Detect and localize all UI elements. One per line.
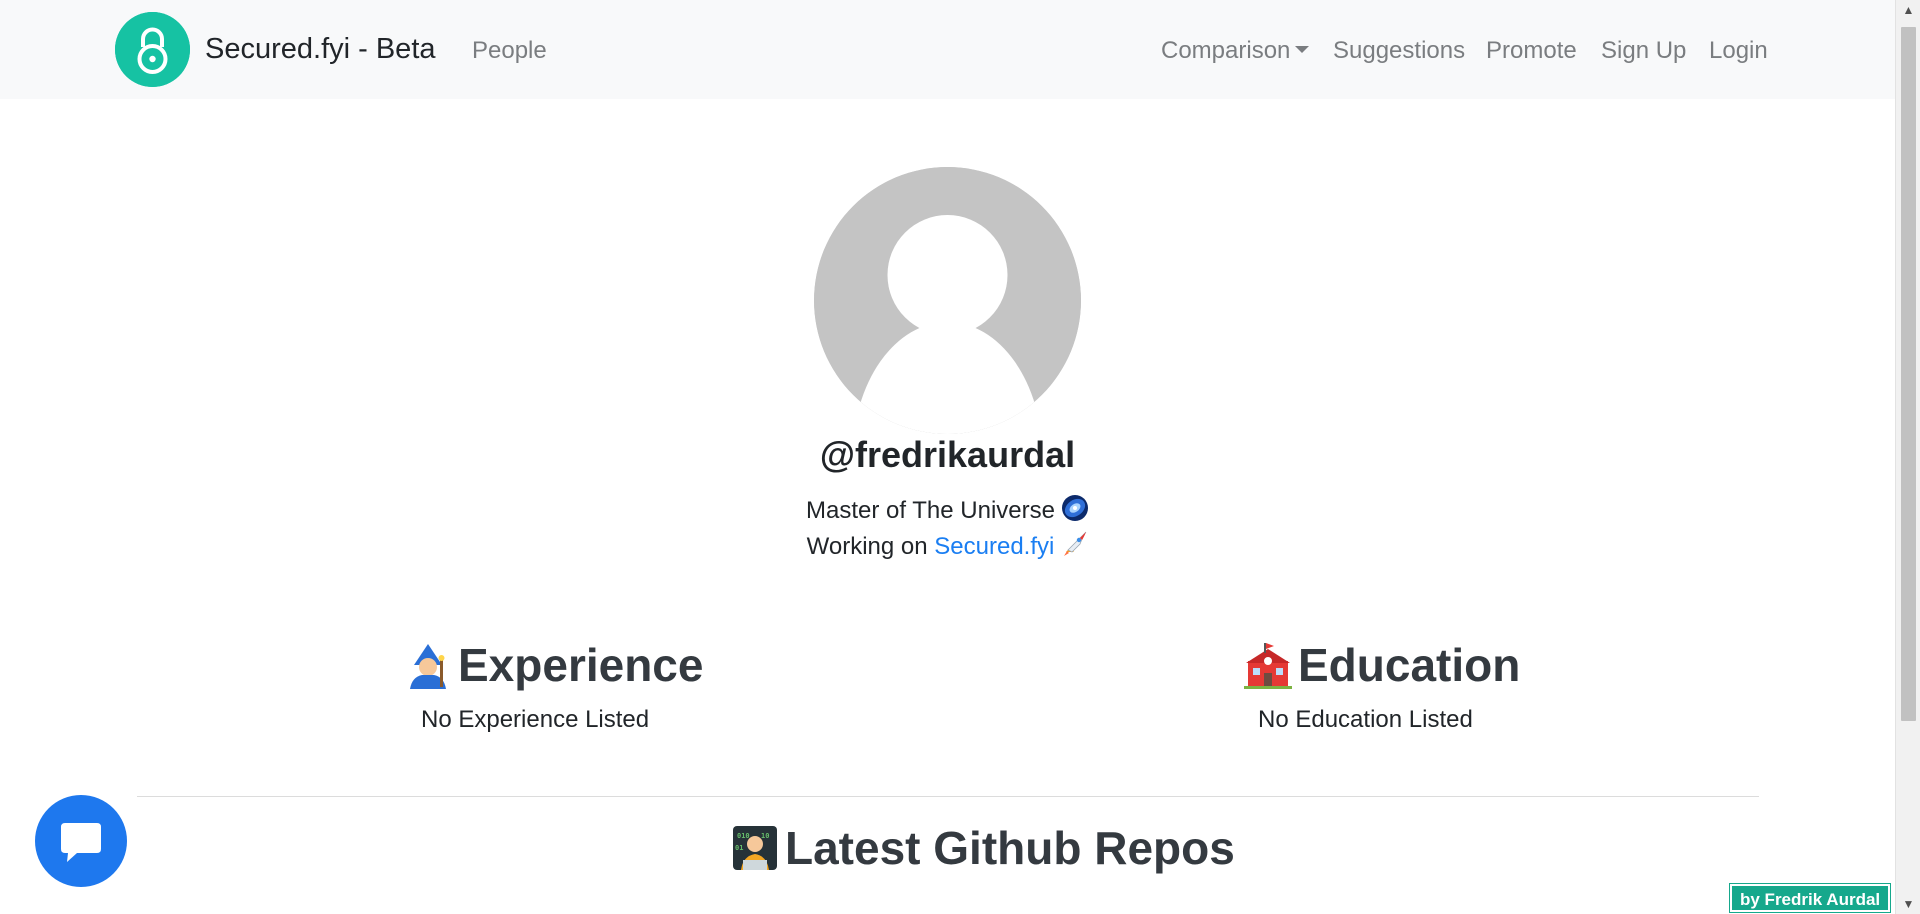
author-credit-badge[interactable]: by Fredrik Aurdal — [1728, 883, 1892, 913]
nav-login[interactable]: Login — [1709, 37, 1768, 65]
svg-text:10: 10 — [761, 832, 769, 840]
experience-empty-text: No Experience Listed — [421, 706, 650, 733]
github-repos-heading: 010 10 01 Latest Github Repos — [731, 821, 1235, 875]
scroll-down-arrow-icon[interactable]: ▼ — [1896, 894, 1920, 914]
github-repos-title: Latest Github Repos — [785, 822, 1235, 874]
bio-text: Master of The Universe — [806, 497, 1055, 524]
nav-people[interactable]: People — [472, 37, 547, 65]
nav-sign-up[interactable]: Sign Up — [1601, 37, 1686, 65]
svg-text:01: 01 — [735, 844, 743, 852]
nav-suggestions[interactable]: Suggestions — [1333, 37, 1465, 65]
section-divider — [137, 796, 1759, 797]
lock-icon[interactable] — [115, 12, 190, 87]
scrollbar-thumb[interactable] — [1901, 27, 1916, 721]
svg-text:010: 010 — [737, 832, 750, 840]
education-empty-text: No Education Listed — [1258, 706, 1473, 733]
nav-comparison-label: Comparison — [1161, 37, 1291, 64]
experience-heading: Experience — [404, 638, 703, 692]
school-emoji-icon — [1244, 641, 1292, 689]
mage-emoji-icon — [404, 641, 452, 689]
page-viewport: Secured.fyi - Beta People Comparison Sug… — [0, 0, 1920, 914]
profile-avatar — [814, 167, 1081, 434]
chat-bubble-icon — [61, 823, 101, 862]
bio-working-on-text: Working on — [806, 533, 928, 560]
experience-title: Experience — [458, 639, 704, 691]
brand-name[interactable]: Secured.fyi - Beta — [205, 33, 436, 66]
profile-bio-line-1: Master of The Universe — [0, 494, 1895, 529]
caret-down-icon — [1295, 46, 1310, 53]
profile-username: @fredrikaurdal — [819, 434, 1076, 475]
profile-bio-line-2: Working on Secured.fyi — [0, 530, 1895, 565]
rocket-emoji-icon — [1060, 530, 1088, 565]
nav-comparison-dropdown[interactable]: Comparison — [1161, 37, 1310, 65]
scroll-up-arrow-icon[interactable]: ▲ — [1896, 0, 1920, 20]
education-title: Education — [1298, 639, 1521, 691]
top-navbar: Secured.fyi - Beta People Comparison Sug… — [0, 0, 1895, 99]
technologist-emoji-icon: 010 10 01 — [731, 824, 779, 872]
education-heading: Education — [1244, 638, 1520, 692]
nav-promote[interactable]: Promote — [1486, 37, 1577, 65]
chat-widget-button[interactable] — [35, 795, 127, 887]
secured-fyi-link[interactable]: Secured.fyi — [934, 533, 1054, 560]
galaxy-emoji-icon — [1061, 494, 1089, 529]
page-scrollbar[interactable]: ▲ ▼ — [1895, 0, 1920, 914]
